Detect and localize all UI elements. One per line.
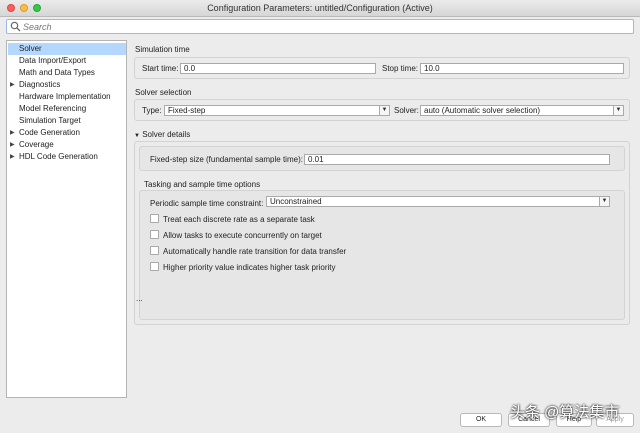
collapse-triangle-icon: ▼ <box>134 133 140 139</box>
expand-triangle-icon[interactable]: ▶ <box>10 127 15 139</box>
nav-item-data-import-export[interactable]: Data Import/Export <box>8 55 126 67</box>
solver-value: auto (Automatic solver selection) <box>424 106 541 115</box>
solver-dropdown[interactable]: auto (Automatic solver selection) ▼ <box>420 105 624 116</box>
nav-item-label: Simulation Target <box>19 116 81 125</box>
concurrent-tasks-checkbox[interactable] <box>150 230 159 239</box>
nav-item-math-and-data-types[interactable]: Math and Data Types <box>8 67 126 79</box>
stop-time-field[interactable]: 10.0 <box>420 63 624 74</box>
solver-panel: Simulation time Start time: 0.0 Stop tim… <box>130 40 634 398</box>
constraint-value: Unconstrained <box>270 197 322 206</box>
nav-item-hdl-code-generation[interactable]: ▶ HDL Code Generation <box>8 151 126 163</box>
nav-item-label: Coverage <box>19 140 54 149</box>
ok-button[interactable]: OK <box>460 413 502 427</box>
window-title: Configuration Parameters: untitled/Confi… <box>207 3 433 13</box>
constraint-label: Periodic sample time constraint: <box>150 199 264 208</box>
rate-transition-label: Automatically handle rate transition for… <box>163 247 347 256</box>
nav-item-label: Hardware Implementation <box>19 92 111 101</box>
rate-transition-checkbox[interactable] <box>150 246 159 255</box>
tasking-heading: Tasking and sample time options <box>144 180 261 189</box>
step-size-label: Fixed-step size (fundamental sample time… <box>150 155 303 164</box>
chevron-down-icon: ▼ <box>599 197 609 206</box>
nav-item-label: HDL Code Generation <box>19 152 98 161</box>
nav-item-model-referencing[interactable]: Model Referencing <box>8 103 126 115</box>
nav-item-label: Model Referencing <box>19 104 87 113</box>
more-ellipsis[interactable]: ... <box>136 294 143 303</box>
nav-item-code-generation[interactable]: ▶ Code Generation <box>8 127 126 139</box>
step-size-field[interactable]: 0.01 <box>304 154 610 165</box>
solver-selection-heading: Solver selection <box>135 88 192 97</box>
solver-details-heading: Solver details <box>142 130 191 139</box>
chevron-down-icon: ▼ <box>613 106 623 115</box>
type-label: Type: <box>142 106 162 115</box>
start-time-label: Start time: <box>142 64 179 73</box>
concurrent-tasks-label: Allow tasks to execute concurrently on t… <box>163 231 322 240</box>
search-icon <box>10 21 21 32</box>
title-bar: Configuration Parameters: untitled/Confi… <box>0 0 640 17</box>
separate-task-checkbox[interactable] <box>150 214 159 223</box>
nav-item-label: Data Import/Export <box>19 56 87 65</box>
start-time-field[interactable]: 0.0 <box>180 63 376 74</box>
constraint-dropdown[interactable]: Unconstrained ▼ <box>266 196 610 207</box>
chevron-down-icon: ▼ <box>379 106 389 115</box>
stop-time-label: Stop time: <box>382 64 419 73</box>
nav-item-simulation-target[interactable]: Simulation Target <box>8 115 126 127</box>
simulation-time-heading: Simulation time <box>135 45 190 54</box>
nav-item-solver[interactable]: Solver <box>8 43 126 55</box>
search-input[interactable] <box>23 21 623 32</box>
search-bar[interactable] <box>6 19 634 34</box>
nav-item-label: Diagnostics <box>19 80 61 89</box>
priority-checkbox[interactable] <box>150 262 159 271</box>
category-tree: Solver Data Import/Export Math and Data … <box>6 40 127 398</box>
type-value: Fixed-step <box>168 106 206 115</box>
nav-item-coverage[interactable]: ▶ Coverage <box>8 139 126 151</box>
separate-task-label: Treat each discrete rate as a separate t… <box>163 215 315 224</box>
type-dropdown[interactable]: Fixed-step ▼ <box>164 105 390 116</box>
solver-details-toggle[interactable]: ▼ Solver details <box>134 130 190 139</box>
expand-triangle-icon[interactable]: ▶ <box>10 151 15 163</box>
solver-label: Solver: <box>394 106 419 115</box>
watermark-text: 头条 @算法集市 <box>510 404 620 421</box>
expand-triangle-icon[interactable]: ▶ <box>10 139 15 151</box>
priority-label: Higher priority value indicates higher t… <box>163 263 336 272</box>
nav-item-hardware-implementation[interactable]: Hardware Implementation <box>8 91 126 103</box>
nav-item-diagnostics[interactable]: ▶ Diagnostics <box>8 79 126 91</box>
nav-item-label: Math and Data Types <box>19 68 95 77</box>
expand-triangle-icon[interactable]: ▶ <box>10 79 15 91</box>
nav-item-label: Solver <box>19 44 42 53</box>
nav-item-label: Code Generation <box>19 128 80 137</box>
